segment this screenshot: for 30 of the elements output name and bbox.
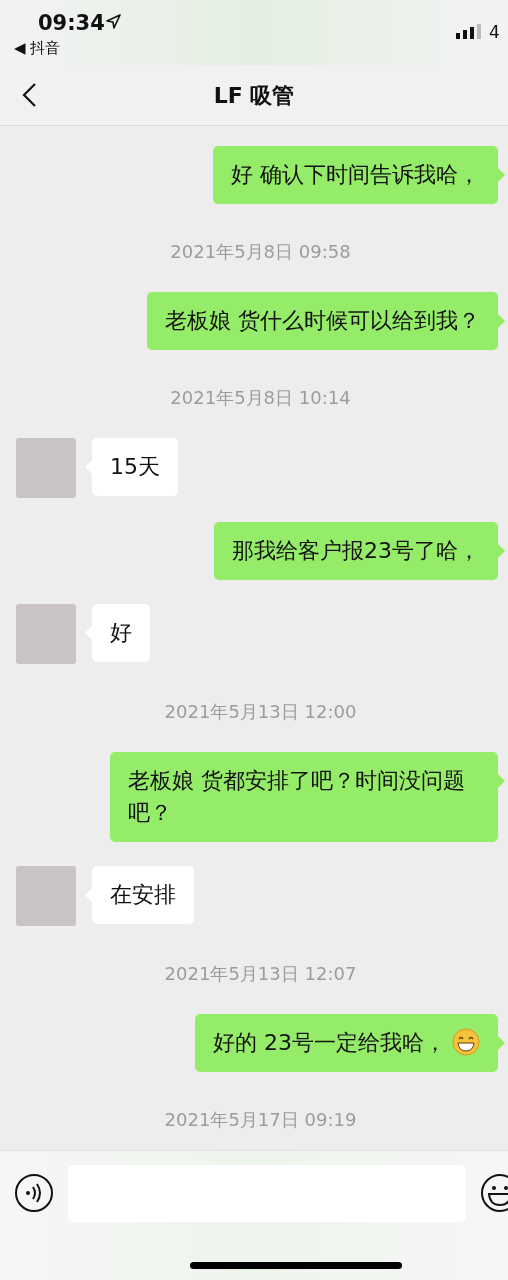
message-bubble: 那我给客户报23号了哈， bbox=[214, 522, 498, 580]
timestamp: 2021年5月8日 09:58 bbox=[170, 242, 351, 262]
avatar-placeholder[interactable] bbox=[16, 604, 76, 664]
message-bubble: 15天 bbox=[92, 438, 178, 496]
message-bubble: 老板娘 货都安排了吧？时间没问题吧？ bbox=[110, 752, 498, 842]
location-arrow-icon bbox=[106, 14, 121, 29]
voice-icon[interactable] bbox=[14, 1173, 54, 1213]
avatar-placeholder[interactable] bbox=[16, 438, 76, 498]
timestamp: 2021年5月17日 09:19 bbox=[164, 1110, 357, 1130]
status-time: 09:34 bbox=[38, 10, 105, 37]
message-bubble: 好 bbox=[92, 604, 150, 662]
bubble-tail bbox=[498, 314, 505, 328]
message-bubble: 好 确认下时间告诉我哈， bbox=[213, 146, 498, 204]
avatar-placeholder[interactable] bbox=[16, 866, 76, 926]
bubble-tail bbox=[498, 774, 505, 788]
timestamp: 2021年5月13日 12:07 bbox=[164, 964, 357, 984]
chat-title: LF 吸管 bbox=[213, 83, 295, 108]
message-bubble: 在安排 bbox=[92, 866, 194, 924]
timestamp: 2021年5月8日 10:14 bbox=[170, 388, 351, 408]
back-button[interactable] bbox=[20, 82, 38, 108]
network-type: 4 bbox=[489, 21, 500, 44]
signal-icon bbox=[456, 24, 481, 39]
timestamp: 2021年5月13日 12:00 bbox=[164, 702, 357, 722]
message-bubble: 好的 23号一定给我哈， bbox=[195, 1014, 498, 1072]
message-bubble: 老板娘 货什么时候可以给到我？ bbox=[147, 292, 498, 350]
back-to-app-link[interactable]: ◀ 抖音 bbox=[14, 37, 61, 60]
bubble-tail bbox=[498, 544, 505, 558]
bubble-tail bbox=[498, 1036, 505, 1050]
emoji-icon[interactable] bbox=[480, 1173, 508, 1213]
bubble-tail bbox=[498, 168, 505, 182]
